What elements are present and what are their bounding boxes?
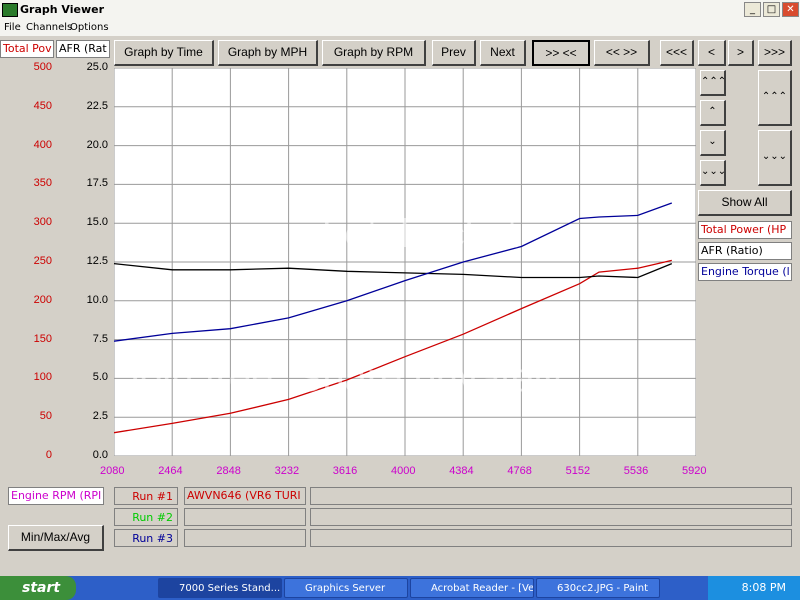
right-y-tick-label: 0.0 <box>92 449 108 461</box>
left-y-tick-label: 400 <box>33 138 52 151</box>
x-tick-label: 3616 <box>332 465 358 477</box>
right-y-tick-label: 5.0 <box>92 371 108 384</box>
scroll-right-button[interactable]: > <box>728 40 754 66</box>
x-tick-label: 2080 <box>100 465 125 477</box>
min-max-avg-button[interactable]: Min/Max/Avg <box>8 525 104 551</box>
x-tick-label: 5152 <box>565 465 591 477</box>
left-y-tick-label: 350 <box>33 177 52 190</box>
left-y-tick-label: 250 <box>33 255 52 267</box>
x-tick-label: 5920 <box>682 465 707 477</box>
minimize-button[interactable]: _ <box>744 2 761 17</box>
scroll-far-left-button[interactable]: <<< <box>660 40 694 66</box>
zoom-in-button[interactable]: >> << <box>532 40 590 66</box>
shift-up-button[interactable]: ⌃⌃⌃ <box>758 70 792 126</box>
graph-by-time-button[interactable]: Graph by Time <box>114 40 214 66</box>
scroll-left-button[interactable]: < <box>698 40 726 66</box>
chart-svg <box>113 67 697 457</box>
left-y-tick-label: 0 <box>45 449 52 461</box>
task-acrobat-reader[interactable]: Acrobat Reader - [Ve... <box>410 578 534 598</box>
menu-file[interactable]: File <box>4 22 21 33</box>
right-y-tick-label: 20.0 <box>86 138 108 151</box>
graph-by-rpm-button[interactable]: Graph by RPM <box>322 40 426 66</box>
task-graphics-server[interactable]: Graphics Server <box>284 578 408 598</box>
taskbar: start 7000 Series Stand... Graphics Serv… <box>0 576 800 600</box>
run-2-details <box>310 508 792 526</box>
chart-area <box>113 67 697 457</box>
run-3-name[interactable] <box>184 529 306 547</box>
x-tick-label: 3232 <box>274 465 300 477</box>
legend-total-power[interactable]: Total Power (HP <box>698 221 792 239</box>
right-y-tick-label: 12.5 <box>86 255 108 267</box>
series-line-0 <box>113 259 672 434</box>
right-axis-header[interactable]: AFR (Rat <box>56 40 110 58</box>
shift-down-button[interactable]: ⌄⌄⌄ <box>758 130 792 186</box>
left-y-tick-label: 150 <box>33 332 52 345</box>
scale-down-fast-button[interactable]: ⌄⌄⌄ <box>700 160 726 186</box>
x-axis-channel-label[interactable]: Engine RPM (RPI <box>8 487 104 505</box>
menu-channels[interactable]: Channels <box>26 22 72 33</box>
right-y-tick-label: 17.5 <box>86 177 108 190</box>
legend-engine-torque[interactable]: Engine Torque (l <box>698 263 792 281</box>
series-line-1 <box>113 262 673 279</box>
right-y-tick-label: 25.0 <box>86 61 108 73</box>
run-3-details <box>310 529 792 547</box>
x-tick-label: 4384 <box>449 465 474 477</box>
left-y-tick-label: 50 <box>39 410 52 423</box>
left-y-tick-label: 500 <box>33 61 52 73</box>
run-1-label: Run #1 <box>114 487 178 505</box>
task-7000-series[interactable]: 7000 Series Stand... <box>158 578 282 598</box>
x-tick-label: 2848 <box>216 465 241 477</box>
run-3-label: Run #3 <box>114 529 178 547</box>
run-1-details <box>310 487 792 505</box>
run-2-label: Run #2 <box>114 508 178 526</box>
show-all-button[interactable]: Show All <box>698 190 792 216</box>
window-title: Graph Viewer <box>20 3 105 16</box>
graph-by-mph-button[interactable]: Graph by MPH <box>218 40 318 66</box>
run-2-name[interactable] <box>184 508 306 526</box>
clock: 8:08 PM <box>741 581 786 594</box>
app-icon <box>2 3 18 17</box>
right-y-tick-label: 22.5 <box>86 99 108 112</box>
prev-button[interactable]: Prev <box>432 40 476 66</box>
x-tick-label: 4768 <box>507 465 532 477</box>
left-y-tick-label: 300 <box>33 216 52 229</box>
run-1-name[interactable]: AWVN646 (VR6 TURI <box>184 487 306 505</box>
menu-bar: File Channels Options <box>0 20 800 36</box>
legend-afr[interactable]: AFR (Ratio) <box>698 242 792 260</box>
close-button[interactable]: ✕ <box>782 2 799 17</box>
scale-up-button[interactable]: ⌃ <box>700 100 726 126</box>
left-y-tick-label: 100 <box>33 371 52 384</box>
left-axis-header[interactable]: Total Pov <box>0 40 54 58</box>
left-y-tick-label: 450 <box>33 99 52 112</box>
scale-up-fast-button[interactable]: ⌃⌃⌃ <box>700 70 726 96</box>
system-tray: 8:08 PM <box>708 576 800 600</box>
scroll-far-right-button[interactable]: >>> <box>758 40 792 66</box>
x-tick-label: 5536 <box>623 465 649 477</box>
menu-options[interactable]: Options <box>70 22 109 33</box>
maximize-button[interactable]: □ <box>763 2 780 17</box>
zoom-out-button[interactable]: << >> <box>594 40 650 66</box>
next-button[interactable]: Next <box>480 40 526 66</box>
x-tick-label: 4000 <box>391 465 416 477</box>
right-y-tick-label: 7.5 <box>92 332 108 345</box>
scale-down-button[interactable]: ⌄ <box>700 130 726 156</box>
start-button[interactable]: start <box>0 576 76 600</box>
right-y-tick-label: 15.0 <box>86 216 108 229</box>
left-y-tick-label: 200 <box>33 293 52 306</box>
x-tick-label: 2464 <box>158 465 183 477</box>
right-y-tick-label: 10.0 <box>86 293 108 306</box>
title-bar: Graph Viewer _ □ ✕ <box>0 0 800 21</box>
task-paint[interactable]: 630cc2.JPG - Paint <box>536 578 660 598</box>
right-y-tick-label: 2.5 <box>92 410 108 423</box>
